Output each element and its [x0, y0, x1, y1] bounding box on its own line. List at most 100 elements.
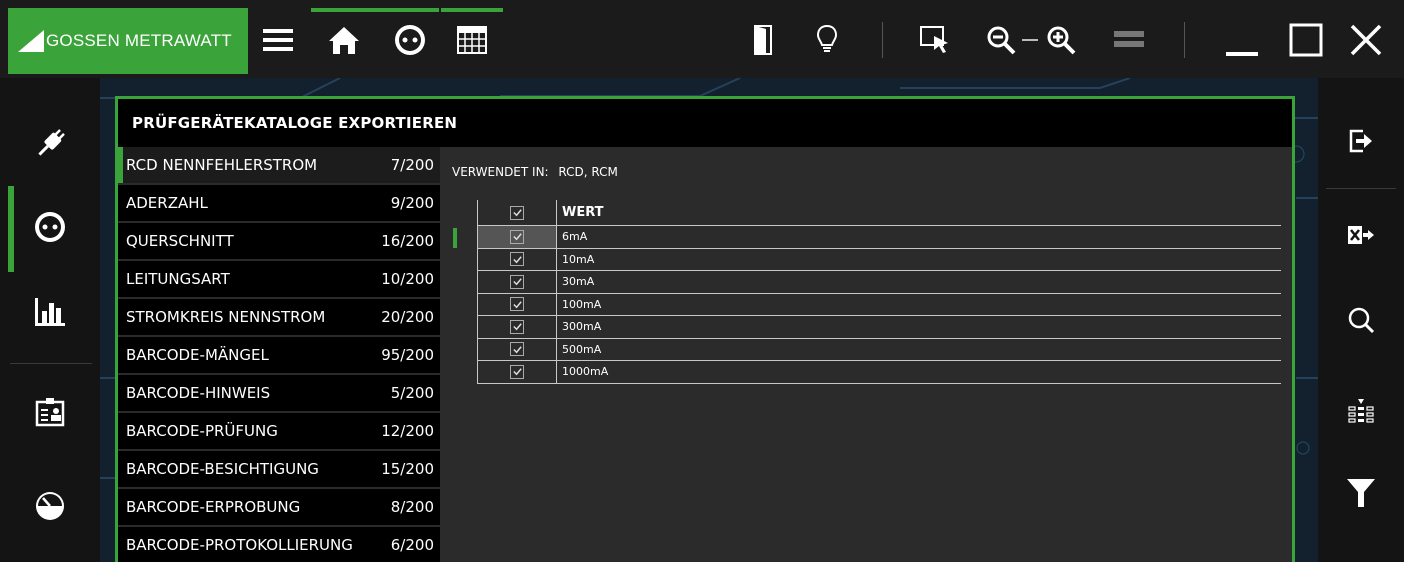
column-header-wert[interactable]: WERT: [557, 200, 1281, 225]
checkbox-cell: [477, 338, 557, 360]
plug-icon: [33, 127, 67, 165]
sidebar-item-sockets[interactable]: [0, 189, 100, 269]
category-name: QUERSCHNITT: [126, 232, 234, 250]
lightbulb-icon[interactable]: [812, 22, 842, 58]
search-button[interactable]: [1318, 287, 1404, 357]
table-header: WERT: [477, 200, 1281, 226]
category-item[interactable]: RCD NENNFEHLERSTROM 7/200: [118, 147, 440, 185]
row-selection-marker: [453, 228, 457, 248]
close-icon[interactable]: [1346, 22, 1386, 58]
category-item[interactable]: BARCODE-HINWEIS 5/200: [118, 375, 440, 413]
category-item[interactable]: BARCODE-PROTOKOLLIERUNG 6/200: [118, 527, 440, 562]
value-cell: 100mA: [562, 297, 602, 311]
category-item[interactable]: BARCODE-BESICHTIGUNG 15/200: [118, 451, 440, 489]
table-row[interactable]: 500mA: [477, 338, 1281, 361]
sidebar-item-devices[interactable]: [0, 106, 100, 186]
value-cell: 1000mA: [562, 365, 609, 379]
check-icon: [512, 368, 522, 376]
home-icon[interactable]: [326, 22, 362, 58]
category-name: RCD NENNFEHLERSTROM: [126, 156, 318, 174]
check-icon: [512, 323, 522, 331]
table-row[interactable]: 1000mA: [477, 361, 1281, 384]
sort-button[interactable]: [1318, 380, 1404, 450]
category-name: STROMKREIS NENNSTROM: [126, 308, 326, 326]
category-item[interactable]: LEITUNGSART 10/200: [118, 261, 440, 299]
export-icon: [1349, 129, 1373, 157]
export-button[interactable]: [1318, 108, 1404, 178]
left-sidebar: [0, 78, 100, 562]
minimize-icon[interactable]: [1222, 22, 1262, 58]
table-row[interactable]: 100mA: [477, 293, 1281, 316]
menu-icon[interactable]: [260, 22, 296, 58]
category-count: 6/200: [390, 536, 434, 554]
checkbox-cell: [477, 271, 557, 293]
sidebar-item-customer[interactable]: [0, 374, 100, 454]
maximize-icon[interactable]: [1286, 22, 1326, 58]
category-item[interactable]: BARCODE-MÄNGEL 95/200: [118, 337, 440, 375]
category-count: 95/200: [381, 346, 434, 364]
filter-icon: [1346, 477, 1376, 513]
filter-button[interactable]: [1318, 460, 1404, 530]
value-cell: 300mA: [562, 320, 602, 334]
row-checkbox[interactable]: [510, 252, 524, 267]
category-item[interactable]: ADERZAHL 9/200: [118, 185, 440, 223]
sidebar-separator: [10, 363, 92, 364]
door-icon[interactable]: [748, 22, 778, 58]
zoom-out-icon[interactable]: [984, 22, 1018, 58]
zoom-in-icon[interactable]: [1044, 22, 1078, 58]
row-checkbox[interactable]: [510, 364, 524, 379]
sort-icon: [1348, 399, 1374, 431]
row-checkbox[interactable]: [510, 274, 524, 289]
category-count: 16/200: [381, 232, 434, 250]
row-checkbox[interactable]: [510, 342, 524, 357]
id-card-icon: [35, 397, 65, 431]
table-icon[interactable]: [454, 22, 490, 58]
used-in-label: VERWENDET IN:: [452, 165, 549, 179]
value-cell: 6mA: [562, 230, 588, 244]
table-row[interactable]: 300mA: [477, 316, 1281, 339]
category-count: 15/200: [381, 460, 434, 478]
sidebar-item-measurement[interactable]: [0, 468, 100, 548]
socket-tab-indicator: [441, 8, 503, 12]
check-icon: [512, 346, 522, 354]
excel-export-button[interactable]: [1318, 202, 1404, 272]
layout-icon[interactable]: [1112, 22, 1146, 58]
category-count: 12/200: [381, 422, 434, 440]
category-count: 9/200: [390, 194, 434, 212]
row-checkbox[interactable]: [510, 319, 524, 334]
logo-triangle-icon: [18, 30, 44, 52]
row-checkbox[interactable]: [510, 229, 524, 244]
check-icon: [512, 256, 522, 264]
row-checkbox[interactable]: [510, 297, 524, 312]
export-catalogs-dialog: PRÜFGERÄTEKATALOGE EXPORTIEREN RCD NENNF…: [115, 96, 1295, 562]
selection-indicator: [118, 147, 123, 183]
category-item[interactable]: BARCODE-ERPROBUNG 8/200: [118, 489, 440, 527]
checkbox-cell: [477, 361, 557, 383]
category-name: BARCODE-MÄNGEL: [126, 346, 269, 364]
table-row[interactable]: 30mA: [477, 271, 1281, 294]
socket-icon[interactable]: [392, 22, 428, 58]
category-count: 8/200: [390, 498, 434, 516]
table-row[interactable]: 10mA: [477, 248, 1281, 271]
value-cell: 500mA: [562, 342, 602, 356]
category-item[interactable]: BARCODE-PRÜFUNG 12/200: [118, 413, 440, 451]
category-item[interactable]: QUERSCHNITT 16/200: [118, 223, 440, 261]
check-icon: [512, 209, 522, 217]
app-window: GOSSEN METRAWATT PRÜFGERÄTEKATALOGE EXPO…: [0, 0, 1404, 562]
category-list: RCD NENNFEHLERSTROM 7/200 ADERZAHL 9/200 QUE…: [118, 147, 440, 562]
category-detail: VERWENDET IN: RCD, RCM WERT 6mA 10mA 30mA 1…: [450, 147, 1290, 562]
select-cursor-icon[interactable]: [918, 22, 952, 58]
table-body: 6mA 10mA 30mA 100mA 300mA 500mA 1000mA: [453, 226, 1281, 384]
chart-icon: [34, 297, 66, 331]
gauge-icon: [34, 490, 66, 526]
sidebar-item-statistics[interactable]: [0, 274, 100, 354]
table-row[interactable]: 6mA: [453, 226, 1281, 249]
check-icon: [512, 278, 522, 286]
excel-export-icon: [1347, 224, 1375, 250]
check-icon: [512, 301, 522, 309]
category-count: 10/200: [381, 270, 434, 288]
zoom-slider-icon[interactable]: [1020, 22, 1040, 58]
select-all-cell: [477, 200, 557, 225]
select-all-checkbox[interactable]: [510, 205, 524, 220]
category-item[interactable]: STROMKREIS NENNSTROM 20/200: [118, 299, 440, 337]
